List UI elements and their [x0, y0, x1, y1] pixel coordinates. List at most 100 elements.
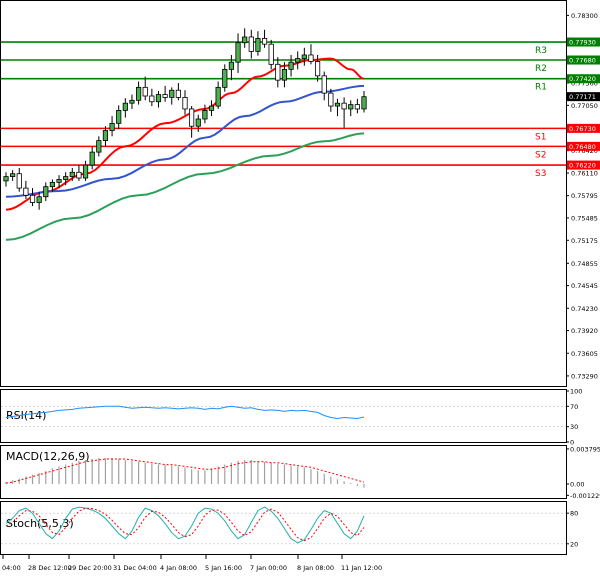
stoch-tick-label: 20: [570, 540, 578, 548]
level-price-label: 0.76220: [569, 162, 596, 170]
macd-tick-label: -0.001229: [570, 492, 600, 500]
candle-body: [82, 164, 89, 179]
candle-body: [43, 186, 49, 198]
candle-body: [261, 38, 268, 45]
candle-body: [222, 68, 228, 88]
level-name-s2: S2: [535, 150, 546, 160]
level-price-label: 0.77680: [569, 57, 596, 65]
last-price-marker: 0.77171: [567, 92, 600, 102]
macd-tick-label: 0.00: [570, 480, 584, 488]
level-name-r3: R3: [535, 46, 547, 56]
stoch-tick-label: 80: [570, 510, 578, 518]
macd-tick-label: 0.003795: [570, 445, 600, 453]
rsi-tick-label: 100: [570, 388, 582, 396]
time-axis: 04:00 28 Dec 12:0029 Dec 20:00 31 Dec 04:0…: [2, 555, 382, 572]
candle-body: [255, 38, 261, 52]
candle-body: [208, 105, 215, 111]
candle-body: [348, 104, 354, 110]
candle-body: [29, 194, 36, 203]
candle-body: [69, 171, 75, 177]
candle-body: [175, 89, 181, 98]
time-tick-label: 29 Dec 20:00: [68, 564, 112, 572]
candle-body: [149, 95, 155, 103]
candle-body: [248, 36, 254, 52]
candle-body: [308, 54, 314, 62]
price-tick-label: 0.73920: [571, 327, 598, 335]
candle-body: [182, 97, 188, 110]
candle-body: [3, 176, 9, 182]
rsi-label: RSI(14): [6, 409, 46, 422]
candle-body: [89, 151, 95, 166]
time-tick-label: 04:00: [2, 564, 21, 572]
candle-body: [102, 130, 109, 142]
price-tick-label: 0.74230: [571, 305, 598, 313]
candle-body: [195, 118, 201, 127]
candle-body: [169, 89, 175, 98]
level-price-label: 0.77420: [569, 75, 596, 83]
rsi-tick-label: 30: [570, 423, 578, 431]
last-price-label: 0.77171: [569, 93, 596, 101]
candle-body: [116, 109, 122, 124]
candle-body: [228, 61, 235, 70]
time-tick-label: 31 Dec 04:00: [113, 564, 157, 572]
price-tick-label: 0.78300: [571, 12, 598, 20]
level-price-label: 0.77930: [569, 39, 596, 47]
price-tick-label: 0.75485: [571, 214, 598, 222]
candle-body: [16, 173, 22, 189]
candle-body: [301, 54, 307, 59]
candle-body: [268, 43, 274, 65]
candle-body: [235, 42, 241, 63]
level-price-label: 0.76480: [569, 143, 596, 151]
price-tick-label: 0.73290: [571, 372, 598, 380]
price-panel: [0, 0, 567, 387]
candle-body: [135, 86, 142, 101]
candle-body: [288, 61, 294, 70]
candle-body: [76, 171, 82, 179]
rsi-panel: [0, 389, 567, 443]
candle-body: [215, 86, 221, 107]
candle-body: [314, 61, 321, 77]
candle-body: [334, 102, 341, 107]
level-name-s3: S3: [535, 169, 546, 179]
rsi-tick-label: 70: [570, 403, 578, 411]
candle-body: [155, 94, 162, 103]
macd-label: MACD(12,26,9): [6, 450, 90, 463]
price-tick-label: 0.74855: [571, 260, 598, 268]
candle-body: [361, 96, 367, 110]
candle-body: [10, 173, 16, 177]
forex-chart: 0.783000.779300.776800.774200.773600.770…: [0, 0, 600, 572]
candle-body: [321, 75, 327, 94]
time-tick-label: 7 Jan 00:00: [250, 564, 287, 572]
candle-body: [49, 181, 56, 188]
candle-body: [56, 179, 62, 183]
candle-body: [341, 102, 347, 110]
price-tick-label: 0.73605: [571, 350, 598, 358]
candle-body: [328, 92, 334, 107]
candle-body: [202, 109, 208, 120]
candle-body: [354, 104, 360, 110]
price-tick-label: 0.75795: [571, 192, 598, 200]
candle-body: [109, 122, 115, 131]
candle-body: [36, 196, 42, 203]
level-name-r2: R2: [535, 64, 547, 74]
time-tick-label: 8 Jan 08:00: [297, 564, 334, 572]
candle-body: [142, 86, 148, 97]
price-axis: 0.783000.779300.776800.774200.773600.770…: [566, 12, 598, 380]
candle-body: [63, 176, 69, 180]
time-tick-label: 11 Jan 12:00: [341, 564, 382, 572]
candle-body: [23, 187, 29, 196]
price-tick-label: 0.76110: [571, 169, 598, 177]
candle-body: [96, 140, 102, 153]
time-tick-label: 4 Jan 08:00: [160, 564, 197, 572]
level-name-s1: S1: [535, 132, 546, 142]
candle-body: [129, 99, 135, 104]
candle-body: [122, 102, 128, 111]
price-tick-label: 0.77050: [571, 102, 598, 110]
candle-body: [242, 36, 248, 44]
price-tick-label: 0.74545: [571, 282, 598, 290]
time-tick-label: 28 Dec 12:00: [28, 564, 72, 572]
time-tick-label: 5 Jan 16:00: [205, 564, 242, 572]
level-name-r1: R1: [535, 83, 547, 93]
price-tick-label: 0.75175: [571, 237, 598, 245]
candle-body: [275, 63, 281, 81]
